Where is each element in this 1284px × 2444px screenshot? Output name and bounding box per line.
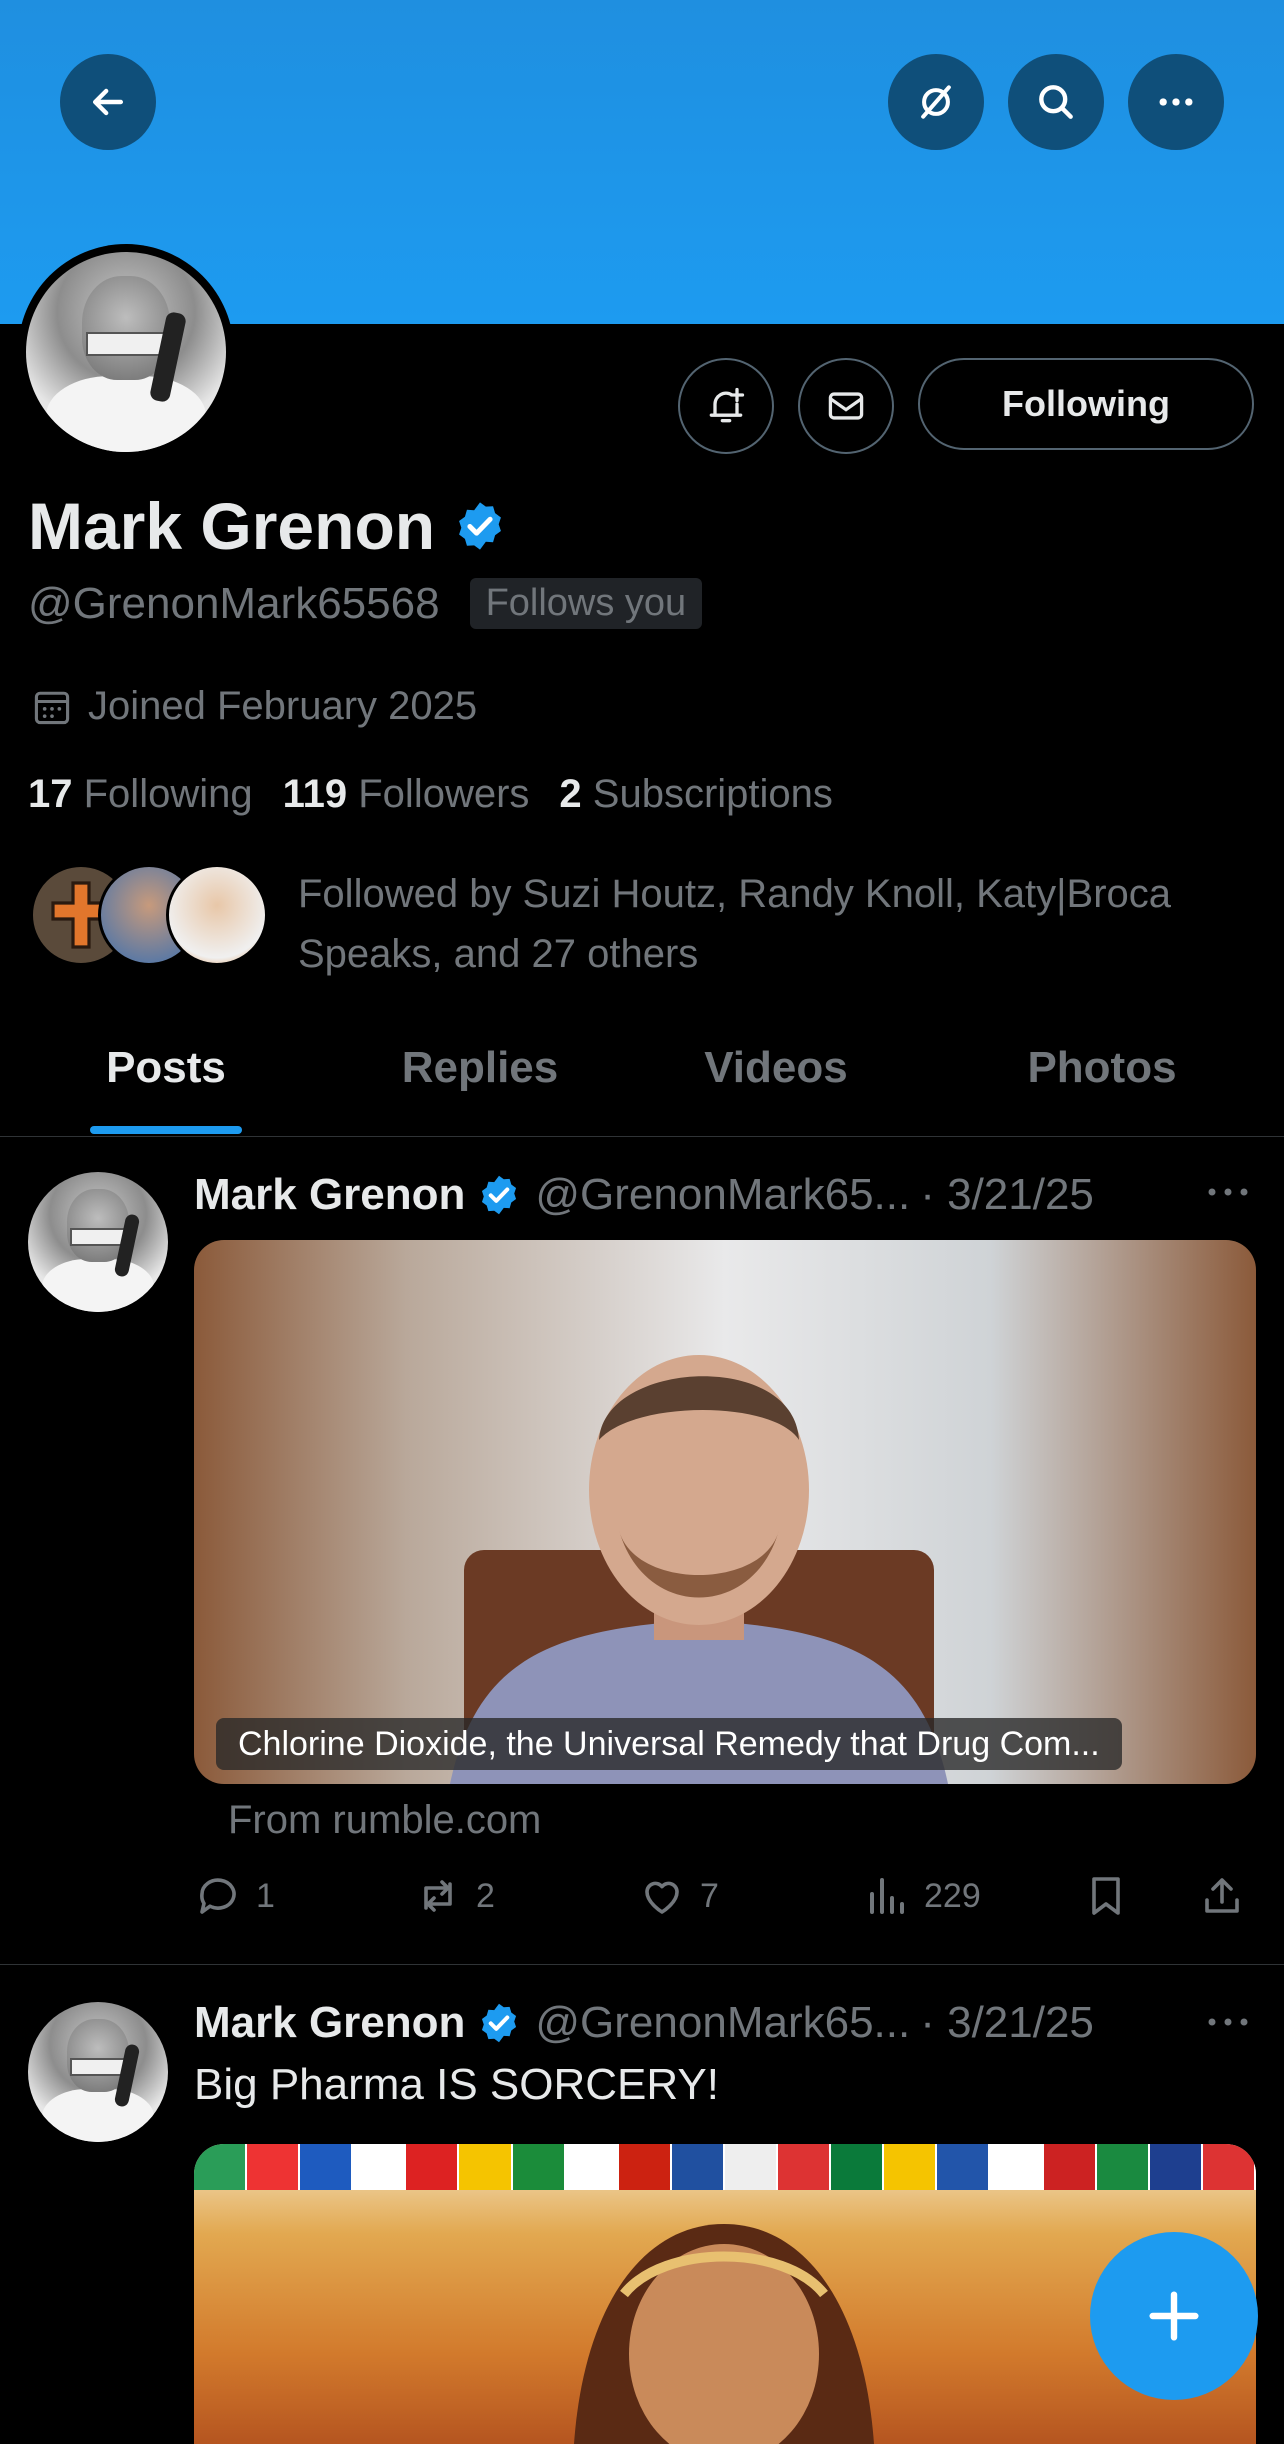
verified-badge-icon[interactable] (453, 499, 507, 553)
post-date: · 3/21/25 (920, 1998, 1094, 2047)
post-author-name[interactable]: Mark Grenon (194, 1170, 465, 1220)
following-label: Following (83, 772, 253, 816)
followed-by-avatars (30, 864, 270, 966)
subscriptions-stat[interactable]: 2 Subscriptions (559, 772, 833, 817)
post-author-avatar[interactable] (28, 2002, 168, 2142)
more-options-button[interactable] (1128, 54, 1224, 150)
notifications-button[interactable] (678, 358, 774, 454)
post-media-video[interactable] (194, 1240, 1256, 1784)
joined-date: Joined February 2025 (30, 684, 477, 729)
follows-you-badge: Follows you (469, 578, 703, 629)
like-icon (645, 1881, 679, 1914)
bookmark-button[interactable] (1082, 1872, 1130, 1920)
search-icon (1039, 85, 1073, 119)
following-button[interactable]: Following (918, 358, 1254, 450)
post-header: Mark Grenon @GrenonMark65... · 3/21/25 (194, 1992, 1094, 2054)
like-button[interactable]: 7 (638, 1872, 719, 1920)
subscriptions-count: 2 (559, 772, 582, 816)
profile-name-text: Mark Grenon (28, 489, 436, 563)
post-more-icon[interactable] (1206, 1182, 1250, 1202)
followers-stat[interactable]: 119 Followers (283, 772, 530, 817)
video-thumbnail-person (450, 1355, 948, 1784)
followers-label: Followers (358, 772, 530, 816)
repost-button[interactable]: 2 (414, 1872, 495, 1920)
avatar-image (26, 252, 226, 452)
post-text: Big Pharma IS SORCERY! (194, 2060, 719, 2109)
like-count: 7 (700, 1876, 719, 1915)
post-header: Mark Grenon @GrenonMark65... · 3/21/25 (194, 1164, 1094, 1226)
following-stat[interactable]: 17 Following (28, 772, 253, 817)
mail-icon (828, 392, 864, 420)
post-divider (0, 1964, 1284, 1965)
post-date: · 3/21/25 (920, 1170, 1094, 1219)
follow-stats: 17 Following 119 Followers 2 Subscriptio… (28, 772, 833, 817)
followed-by[interactable]: Followed by Suzi Houtz, Randy Knoll, Kat… (30, 864, 1258, 984)
post-more-icon[interactable] (1206, 2012, 1250, 2032)
tab-posts[interactable]: Posts (50, 1000, 282, 1136)
image-figure (574, 2224, 874, 2444)
tab-videos[interactable]: Videos (660, 1000, 892, 1136)
reply-button[interactable]: 1 (194, 1872, 275, 1920)
share-icon (1205, 1878, 1239, 1913)
back-arrow-icon (92, 88, 124, 116)
followed-by-text: Followed by Suzi Houtz, Randy Knoll, Kat… (298, 872, 1172, 976)
verified-badge-icon (482, 1175, 517, 1215)
repost-icon (424, 1880, 452, 1912)
reply-icon (200, 1878, 236, 1914)
search-button[interactable] (1008, 54, 1104, 150)
following-count: 17 (28, 772, 73, 816)
post-author-avatar[interactable] (28, 1172, 168, 1312)
active-tab-indicator (90, 1126, 242, 1134)
post-author-handle: @GrenonMark65... (535, 1998, 911, 2047)
post-author-name[interactable]: Mark Grenon (194, 1998, 465, 2048)
handle-row: @GrenonMark65568 Follows you (28, 578, 703, 629)
profile-handle: @GrenonMark65568 (28, 578, 440, 628)
tab-photos[interactable]: Photos (982, 1000, 1222, 1136)
profile-avatar[interactable] (18, 244, 234, 460)
back-button[interactable] (60, 54, 156, 150)
compose-post-button[interactable] (1090, 2232, 1258, 2400)
profile-tabs: Posts Replies Videos Photos (0, 1000, 1284, 1137)
profile-name: Mark Grenon (28, 488, 507, 564)
reply-count: 1 (256, 1876, 275, 1915)
follower-avatar (166, 864, 268, 966)
views-icon (870, 1878, 904, 1914)
subscriptions-label: Subscriptions (592, 772, 833, 816)
joined-text: Joined February 2025 (88, 684, 478, 728)
view-count: 229 (924, 1876, 981, 1915)
link-source[interactable]: From rumble.com (228, 1798, 541, 1843)
verified-badge-icon (482, 2003, 517, 2043)
repost-count: 2 (476, 1876, 495, 1915)
views-button[interactable]: 229 (862, 1872, 981, 1920)
plus-icon (1149, 2291, 1199, 2341)
grok-button[interactable] (888, 54, 984, 150)
grok-icon (921, 85, 951, 119)
message-button[interactable] (798, 358, 894, 454)
share-button[interactable] (1198, 1872, 1246, 1920)
post-author-handle: @GrenonMark65... (535, 1170, 911, 1219)
video-caption: Chlorine Dioxide, the Universal Remedy t… (216, 1718, 1122, 1770)
tab-replies[interactable]: Replies (362, 1000, 598, 1136)
calendar-icon (34, 691, 70, 724)
followers-count: 119 (282, 772, 348, 816)
post-actions: 1 2 7 229 (194, 1872, 1256, 1928)
notification-bell-icon (709, 387, 745, 423)
bookmark-icon (1092, 1877, 1120, 1915)
more-icon (1159, 98, 1193, 106)
